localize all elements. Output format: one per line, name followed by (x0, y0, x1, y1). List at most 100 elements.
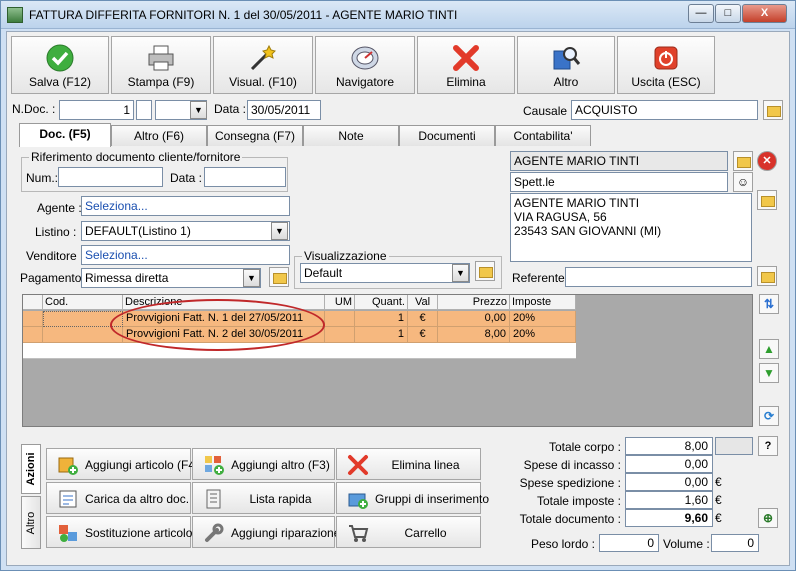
grid-cell-prezzo[interactable]: 0,00 (438, 311, 510, 327)
add-repair-button[interactable]: Aggiungi riparazione (192, 516, 340, 548)
grid-cell-cod[interactable] (43, 311, 123, 327)
navigator-icon (351, 46, 379, 70)
series-dropdown-arrow[interactable]: ▼ (190, 101, 207, 119)
table-row-empty[interactable] (23, 343, 576, 359)
grid-cell-imposte[interactable]: 20% (510, 311, 576, 327)
rif-date-field[interactable] (204, 167, 286, 187)
close-button[interactable]: X (742, 4, 787, 23)
total-documento-field: 9,60 (625, 509, 713, 527)
add-other-label: Aggiungi altro (F3) (231, 458, 330, 472)
grid-cell-um[interactable] (325, 327, 355, 343)
grid-cell-prezzo[interactable]: 8,00 (438, 327, 510, 343)
recipient-name-field[interactable]: AGENTE MARIO TINTI (510, 151, 728, 171)
pagamento-folder-icon[interactable] (269, 267, 289, 287)
grid-header-quant[interactable]: Quant. (355, 295, 408, 310)
grid-header-val[interactable]: Val (408, 295, 438, 310)
pagamento-select[interactable]: Rimessa diretta (81, 268, 261, 288)
venditore-select[interactable]: Seleziona... (81, 245, 290, 265)
arrow-down-icon[interactable]: ▼ (759, 363, 779, 383)
preview-button[interactable]: Visual. (F10) (213, 36, 313, 94)
delete-x-icon (453, 45, 479, 71)
minimize-button[interactable]: — (688, 4, 714, 23)
recipient-address-box[interactable]: AGENTE MARIO TINTI VIA RAGUSA, 56 23543 … (510, 193, 752, 262)
move-updown-icon[interactable]: ⇅ (759, 294, 779, 314)
grid-cell-val[interactable]: € (408, 327, 438, 343)
refresh-icon[interactable]: ⟳ (759, 406, 779, 426)
tab-documenti[interactable]: Documenti (399, 125, 495, 146)
agente-select[interactable]: Seleziona... (81, 196, 290, 216)
zoom-icon[interactable]: ⊕ (758, 508, 778, 528)
ndoc-suffix-field[interactable] (136, 100, 152, 120)
ndoc-field[interactable]: 1 (59, 100, 134, 120)
grid-header-um[interactable]: UM (325, 295, 355, 310)
grid-cell-imposte[interactable]: 20% (510, 327, 576, 343)
quick-list-button[interactable]: Lista rapida (192, 482, 335, 514)
maximize-button[interactable]: □ (715, 4, 741, 23)
grid-header-imposte[interactable]: Imposte (510, 295, 576, 310)
listino-dropdown-arrow[interactable]: ▼ (271, 222, 288, 240)
person-icon[interactable]: ☺ (733, 172, 753, 192)
tab-azioni[interactable]: Azioni (21, 444, 41, 494)
referente-label: Referente (512, 271, 565, 285)
add-article-button[interactable]: Aggiungi articolo (F4) (46, 448, 199, 480)
app-icon (7, 7, 23, 23)
visualization-folder-icon[interactable] (475, 261, 495, 281)
spett-field[interactable]: Spett.le (510, 172, 728, 192)
delete-button[interactable]: Elimina (417, 36, 515, 94)
tab-consegna[interactable]: Consegna (F7) (207, 125, 303, 146)
delete-line-button[interactable]: Elimina linea (336, 448, 481, 480)
exit-button[interactable]: Uscita (ESC) (617, 36, 715, 94)
help-button[interactable]: ? (758, 436, 778, 456)
load-document-button[interactable]: Carica da altro doc. (46, 482, 191, 514)
causale-folder-icon[interactable] (763, 100, 783, 120)
visualization-dropdown-arrow[interactable]: ▼ (452, 264, 469, 282)
referente-field[interactable] (565, 267, 752, 287)
other-button[interactable]: Altro (517, 36, 615, 94)
grid-cell-quant[interactable]: 1 (355, 327, 408, 343)
check-icon (46, 44, 74, 72)
quick-list-label: Lista rapida (249, 492, 312, 506)
venditore-label: Venditore : (26, 249, 84, 263)
arrow-up-icon[interactable]: ▲ (759, 339, 779, 359)
grid-cell-val[interactable]: € (408, 311, 438, 327)
tab-altro[interactable]: Altro (F6) (111, 125, 207, 146)
documento-currency: € (715, 511, 722, 525)
rif-num-field[interactable] (58, 167, 163, 187)
tab-contabilita[interactable]: Contabilita' (495, 125, 591, 146)
row-selector[interactable] (23, 327, 43, 343)
grid-header-cod[interactable]: Cod. (43, 295, 123, 310)
insert-groups-button[interactable]: Gruppi di inserimento (336, 482, 489, 514)
grid-header-descrizione[interactable]: Descrizione (123, 295, 325, 310)
cart-button[interactable]: Carrello (336, 516, 481, 548)
grid-cell-quant[interactable]: 1 (355, 311, 408, 327)
pagamento-dropdown-arrow[interactable]: ▼ (243, 269, 260, 287)
grid-cell-descrizione[interactable]: Provvigioni Fatt. N. 1 del 27/05/2011 (123, 311, 325, 327)
causale-field[interactable]: ACQUISTO (571, 100, 758, 120)
listino-select[interactable]: DEFAULT(Listino 1) (81, 221, 290, 241)
grid-header-prezzo[interactable]: Prezzo (438, 295, 510, 310)
date-field[interactable]: 30/05/2011 (247, 100, 321, 120)
replace-article-button[interactable]: Sostituzione articolo (46, 516, 192, 548)
grid-cell-cod[interactable] (43, 327, 123, 343)
grid-cell-um[interactable] (325, 311, 355, 327)
tab-note[interactable]: Note (303, 125, 399, 146)
tab-altro-side[interactable]: Altro (21, 496, 41, 549)
recipient-remove-icon[interactable]: ✕ (757, 151, 777, 171)
print-button[interactable]: Stampa (F9) (111, 36, 211, 94)
add-other-button[interactable]: Aggiungi altro (F3) (192, 448, 335, 480)
recipient-folder-icon[interactable] (733, 151, 753, 171)
volume-field[interactable]: 0 (711, 534, 759, 552)
spese-incasso-field[interactable]: 0,00 (625, 455, 713, 473)
peso-lordo-field[interactable]: 0 (599, 534, 659, 552)
navigator-button[interactable]: Navigatore (315, 36, 415, 94)
address-folder-icon[interactable] (757, 190, 777, 210)
save-button[interactable]: Salva (F12) (11, 36, 109, 94)
tab-doc[interactable]: Doc. (F5) (19, 123, 111, 147)
referente-folder-icon[interactable] (757, 266, 777, 286)
document-lines-grid[interactable]: Cod. Descrizione UM Quant. Val Prezzo Im… (22, 294, 753, 427)
grid-cell-descrizione[interactable]: Provvigioni Fatt. N. 2 del 30/05/2011 (123, 327, 325, 343)
row-selector[interactable] (23, 311, 43, 327)
visualization-select[interactable]: Default (300, 263, 470, 283)
spese-spedizione-field[interactable]: 0,00 (625, 473, 713, 491)
reference-group-label: Riferimento documento cliente/fornitore (29, 150, 243, 164)
